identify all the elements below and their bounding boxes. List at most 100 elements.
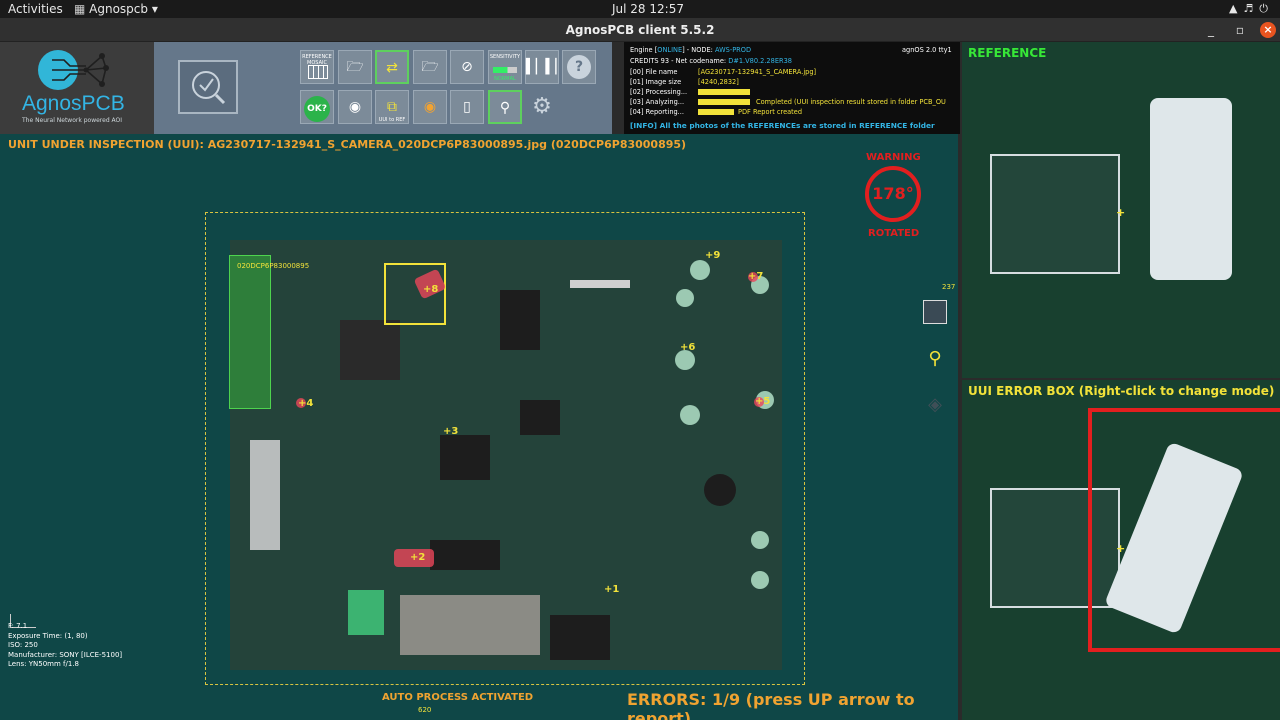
info-line: [INFO] All the photos of the REFERENCEs … <box>630 121 935 130</box>
sensitivity-button[interactable]: SENSITIVITY NORMAL <box>488 50 522 84</box>
uui-error-box-panel[interactable]: + UUI ERROR BOX (Right-click to change m… <box>962 380 1280 720</box>
pcb-image <box>230 240 782 670</box>
barcode-icon: ▍▏▍▏ <box>526 59 566 75</box>
copy-icon: ⧉ <box>387 99 397 115</box>
processing-label: [02] Processing... <box>630 88 688 96</box>
codename-value: D#1.V80.2.28ER38 <box>728 57 792 65</box>
camera-2-button[interactable]: ◉ <box>413 90 447 124</box>
analyzing-value: Completed (UUI inspection result stored … <box>756 98 946 106</box>
x-count: 620 <box>418 706 432 714</box>
errors-status: ERRORS: 1/9 (press UP arrow to report) <box>627 690 915 720</box>
marker-6-label: 6 <box>688 342 696 353</box>
auto-process-status: AUTO PROCESS ACTIVATED <box>382 692 534 703</box>
marker-7-label: 7 <box>756 271 764 282</box>
reference-panel[interactable]: + REFERENCE <box>962 42 1280 378</box>
open-folder-2-button[interactable]: 🗁 <box>413 50 447 84</box>
uui-to-ref-caption: UUI to REF <box>378 117 406 123</box>
grid-icon <box>308 65 328 79</box>
uui-to-ref-button[interactable]: ⧉ UUI to REF <box>375 90 409 124</box>
swap-button[interactable]: ⇄ <box>375 50 409 84</box>
reference-connector <box>990 154 1120 274</box>
rotation-indicator: 178° <box>865 166 921 222</box>
marker-9[interactable]: +9 <box>705 250 720 261</box>
engine-line: Engine [ONLINE] - NODE: AWS-PROD <box>630 46 751 54</box>
layers-button[interactable]: ◈ <box>920 394 950 422</box>
exif-lens: Lens: YN50mm f/1.8 <box>8 660 79 668</box>
eraser-button[interactable]: ▯ <box>450 90 484 124</box>
reference-mosaic-button[interactable]: REFERENCE MOSAIC <box>300 50 334 84</box>
activities-button[interactable]: Activities <box>8 2 63 16</box>
help-button[interactable]: ? <box>562 50 596 84</box>
camera-button[interactable]: ◉ <box>338 90 372 124</box>
marker-9-label: 9 <box>713 250 721 261</box>
slider-icon <box>493 67 517 73</box>
file-name-value: [AG230717-132941_S_CAMERA.jpg] <box>698 68 817 76</box>
exif-iso: ISO: 250 <box>8 641 38 649</box>
marker-4[interactable]: +4 <box>298 398 313 409</box>
network-icon: ▲ <box>1228 2 1244 15</box>
mosaic-view-button[interactable] <box>920 300 950 328</box>
app-menu[interactable]: ▦ Agnospcb ▾ <box>74 2 158 16</box>
marker-3[interactable]: +3 <box>443 426 458 437</box>
reporting-progress-bar <box>698 109 734 115</box>
app-icon: ▦ <box>74 2 90 16</box>
clock[interactable]: Jul 28 12:57 <box>612 2 684 16</box>
ok-icon: OK? <box>304 96 330 122</box>
processing-progress-bar <box>698 89 750 95</box>
layers-icon: ◈ <box>928 394 942 415</box>
ok-button[interactable]: OK? <box>300 90 334 124</box>
exif-info: F: 7.1 Exposure Time: (1, 80) ISO: 250 M… <box>8 622 122 670</box>
inspect-button[interactable]: ⚲ <box>488 90 522 124</box>
marker-3-label: 3 <box>451 426 459 437</box>
uui-inspection-view[interactable]: UNIT UNDER INSPECTION (UUI): AG230717-13… <box>0 134 960 720</box>
close-button[interactable]: × <box>1260 22 1276 38</box>
minimize-button[interactable]: _ <box>1208 21 1214 39</box>
hide-button[interactable]: ⊘ <box>450 50 484 84</box>
folder-icon: 🗁 <box>346 59 364 75</box>
camera-inspect-button[interactable]: ⚲ <box>920 348 950 376</box>
rotated-label: ROTATED <box>868 228 920 239</box>
volume-icon: ♬ <box>1243 2 1260 15</box>
exif-f: F: 7.1 <box>8 622 28 630</box>
inspect-icon: ⚲ <box>499 100 511 116</box>
marker-5[interactable]: +5 <box>755 396 770 407</box>
open-folder-button[interactable]: 🗁 <box>338 50 372 84</box>
camera-icon: ◉ <box>423 99 437 115</box>
inspect-large-button[interactable] <box>178 60 238 114</box>
reporting-label: [04] Reporting... <box>630 108 684 116</box>
uui-header: UNIT UNDER INSPECTION (UUI): AG230717-13… <box>8 138 687 151</box>
barcode-highlight-box <box>229 255 271 409</box>
os-label: agnOS 2.0 tty1 <box>902 46 952 54</box>
camera-icon: ◉ <box>348 99 362 115</box>
sensitivity-caption: SENSITIVITY <box>489 54 521 60</box>
system-top-bar: Activities ▦ Agnospcb ▾ Jul 28 12:57 ▲♬⏻ <box>0 0 1280 18</box>
status-console: Engine [ONLINE] - NODE: AWS-PROD agnOS 2… <box>624 42 960 134</box>
power-icon: ⏻ <box>1259 2 1274 15</box>
node-value: AWS-PROD <box>714 46 752 54</box>
marker-8-label: 8 <box>431 284 439 295</box>
node-label: ] - NODE: <box>682 46 713 54</box>
logo-title: AgnosPCB <box>22 92 125 115</box>
logo-tagline: The Neural Network powered AOI <box>22 117 123 124</box>
reference-title: REFERENCE <box>968 46 1047 60</box>
barcode-button[interactable]: ▍▏▍▏ <box>525 50 566 84</box>
marker-8[interactable]: +8 <box>423 284 438 295</box>
settings-button[interactable]: ⚙ <box>525 90 559 124</box>
brain-logo-icon <box>38 50 109 90</box>
grid-icon <box>923 300 947 324</box>
marker-2[interactable]: +2 <box>410 552 425 563</box>
pcb-serial-label: 020DCP6P83000895 <box>237 262 310 270</box>
chevron-down-icon: ▾ <box>148 2 158 16</box>
image-size-value: [4240,2832] <box>698 78 739 86</box>
help-icon: ? <box>567 55 591 79</box>
marker-7[interactable]: +7 <box>748 271 763 282</box>
warning-label: WARNING <box>866 152 921 163</box>
eraser-icon: ▯ <box>463 99 471 115</box>
marker-1[interactable]: +1 <box>604 584 619 595</box>
system-tray[interactable]: ▲♬⏻ <box>1229 2 1274 16</box>
reference-plug <box>1150 98 1232 280</box>
marker-6[interactable]: +6 <box>680 342 695 353</box>
logo-panel: AgnosPCB The Neural Network powered AOI <box>0 42 154 134</box>
maximize-button[interactable]: ▫ <box>1236 21 1244 39</box>
credits-label: CREDITS 93 - Net codename: <box>630 57 727 65</box>
